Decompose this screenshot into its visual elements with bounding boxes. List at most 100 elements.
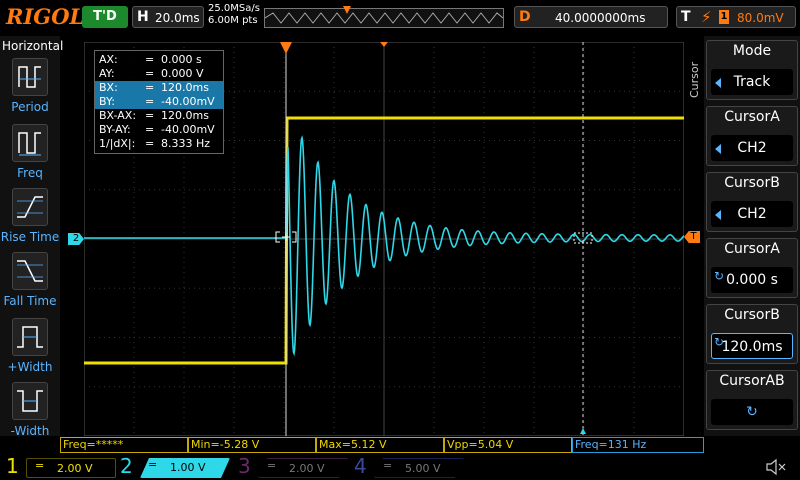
- select-arrow-icon: [715, 144, 721, 154]
- readout-row-bx: BX: = 120.0ms: [95, 81, 223, 95]
- readout-key: AX:: [99, 53, 118, 66]
- timebase-indicator[interactable]: H 20.0ms: [132, 6, 204, 28]
- rising-edge-icon: ⚡: [701, 8, 712, 26]
- measure-freq-label: Freq: [17, 166, 43, 180]
- cursor-a-position-softkey[interactable]: CursorA 0.000 s ↻: [706, 238, 798, 298]
- channel-status-bar: 1 = 2.00 V 2 = 1.00 V 3 = 2.00 V 4 = 5.0…: [0, 454, 800, 480]
- trigger-level: 80.0mV: [737, 11, 784, 25]
- memory-overview-bar[interactable]: [264, 8, 504, 28]
- readout-value: 120.0ms: [161, 81, 209, 94]
- softkey-title: CursorA: [724, 241, 780, 257]
- cursor-ab-softkey[interactable]: CursorAB ↻: [706, 370, 798, 430]
- rise-time-icon: [12, 188, 48, 226]
- meas-vpp[interactable]: Vpp=5.04 V: [444, 437, 572, 453]
- meas-max[interactable]: Max=5.12 V: [316, 437, 444, 453]
- measure-negative-width-label: -Width: [10, 424, 50, 438]
- trigger-indicator[interactable]: T ⚡ 1 80.0mV: [676, 6, 796, 28]
- ch4-scale: 5.00 V: [405, 462, 441, 475]
- measure-negative-width-button[interactable]: -Width: [0, 382, 60, 446]
- sample-rate: 25.0MSa/s: [208, 3, 260, 14]
- trigger-level-label: T: [690, 231, 697, 242]
- readout-value: 120.0ms: [161, 109, 209, 122]
- ch3-scale: 2.00 V: [289, 462, 325, 475]
- knob-icon: ↻: [746, 404, 758, 420]
- measure-rise-time-label: Rise Time: [0, 230, 60, 244]
- readout-key: BX-AX:: [99, 109, 137, 122]
- ch1-scale-box: = 2.00 V: [26, 458, 116, 478]
- measure-rise-time-button[interactable]: Rise Time: [0, 188, 60, 252]
- readout-key: BY:: [99, 95, 115, 108]
- readout-equals: =: [145, 67, 155, 80]
- trigger-level-marker[interactable]: T: [684, 231, 700, 243]
- ch2-scale-box: = 1.00 V: [140, 458, 230, 478]
- knob-icon: ↻: [714, 335, 725, 349]
- softkey-value: Track: [711, 69, 793, 95]
- readout-key: 1/|dX|:: [99, 137, 136, 150]
- measure-positive-width-button[interactable]: +Width: [0, 318, 60, 382]
- ch1-number: 1: [6, 454, 19, 478]
- ch3-number: 3: [238, 454, 251, 478]
- frequency-icon: [12, 124, 48, 162]
- memory-depth: 6.00M pts: [208, 15, 258, 26]
- measurement-sidebar: Horizontal Period Freq Rise Time Fall Ti…: [0, 36, 64, 438]
- readout-key: BY-AY:: [99, 123, 131, 136]
- ch2-ground-label: 2: [72, 233, 80, 244]
- softkey-title: CursorAB: [719, 373, 785, 389]
- ch2-number: 2: [120, 454, 133, 478]
- measure-fall-time-label: Fall Time: [3, 294, 57, 308]
- cursor-mode-softkey[interactable]: Mode Track: [706, 40, 798, 100]
- cursor-readout-panel: AX: = 0.000 s AY: = 0.000 V BX: = 120.0ms BY: =…: [94, 50, 224, 154]
- ch2-scale: 1.00 V: [170, 461, 206, 474]
- measurement-results-bar: Freq=***** Min=-5.28 V Max=5.12 V Vpp=5.…: [60, 437, 704, 453]
- measure-freq-button[interactable]: Freq: [0, 124, 60, 188]
- ch4-number: 4: [354, 454, 367, 478]
- ch2-ground-marker[interactable]: 2: [68, 233, 84, 245]
- measure-period-label: Period: [11, 100, 49, 114]
- trigger-status-badge: T'D: [82, 6, 128, 28]
- negative-width-icon: [12, 382, 48, 420]
- ch4-scale-box: = 5.00 V: [374, 458, 464, 478]
- acquisition-info: 25.0MSa/s 6.00M pts: [208, 3, 260, 27]
- readout-row-inv-dx: 1/|dX|: = 8.333 Hz: [95, 137, 223, 151]
- dc-coupling-icon: =: [267, 459, 277, 472]
- trigger-source: 1: [719, 10, 729, 24]
- positive-width-icon: [12, 318, 48, 356]
- timebase-value: 20.0ms: [155, 11, 200, 25]
- knob-icon: ↻: [714, 269, 725, 283]
- readout-key: AY:: [99, 67, 115, 80]
- readout-equals: =: [145, 81, 155, 94]
- softkey-title: CursorA: [724, 109, 780, 125]
- top-status-bar: RIGOL T'D H 20.0ms 25.0MSa/s 6.00M pts D…: [0, 0, 800, 36]
- meas-freq-ch1[interactable]: Freq=*****: [60, 437, 188, 453]
- meas-min[interactable]: Min=-5.28 V: [188, 437, 316, 453]
- readout-equals: =: [145, 53, 155, 66]
- measure-period-button[interactable]: Period: [0, 58, 60, 122]
- sidebar-title: Horizontal: [2, 39, 64, 53]
- readout-row-bx-ax: BX-AX: = 120.0ms: [95, 109, 223, 123]
- cursor-b-source-softkey[interactable]: CursorB CH2: [706, 172, 798, 232]
- softkey-value: CH2: [711, 135, 793, 161]
- delay-indicator[interactable]: D 40.0000000ms: [514, 6, 668, 28]
- menu-caption: Cursor: [688, 61, 701, 99]
- cursor-b-position-softkey[interactable]: CursorB 120.0ms ↻: [706, 304, 798, 364]
- dc-coupling-icon: =: [35, 459, 45, 472]
- dc-coupling-icon: =: [148, 458, 158, 471]
- readout-equals: =: [145, 109, 155, 122]
- readout-key: BX:: [99, 81, 118, 94]
- readout-equals: =: [145, 123, 155, 136]
- measure-fall-time-button[interactable]: Fall Time: [0, 252, 60, 316]
- cursor-menu: Mode Track CursorA CH2 CursorB CH2 Curso…: [704, 36, 800, 436]
- horizontal-label: H: [137, 9, 149, 25]
- readout-value: 8.333 Hz: [161, 137, 211, 150]
- cursor-a-source-softkey[interactable]: CursorA CH2: [706, 106, 798, 166]
- measure-positive-width-label: +Width: [7, 360, 53, 374]
- readout-row-ax: AX: = 0.000 s: [95, 53, 223, 67]
- period-icon: [12, 58, 48, 96]
- meas-freq-ch2[interactable]: Freq=131 Hz: [572, 437, 704, 453]
- softkey-title: CursorB: [724, 307, 780, 323]
- speaker-muted-icon[interactable]: [764, 457, 788, 477]
- select-arrow-icon: [715, 78, 721, 88]
- softkey-title: Mode: [732, 43, 772, 59]
- rigol-logo: RIGOL: [6, 4, 85, 29]
- readout-equals: =: [145, 95, 155, 108]
